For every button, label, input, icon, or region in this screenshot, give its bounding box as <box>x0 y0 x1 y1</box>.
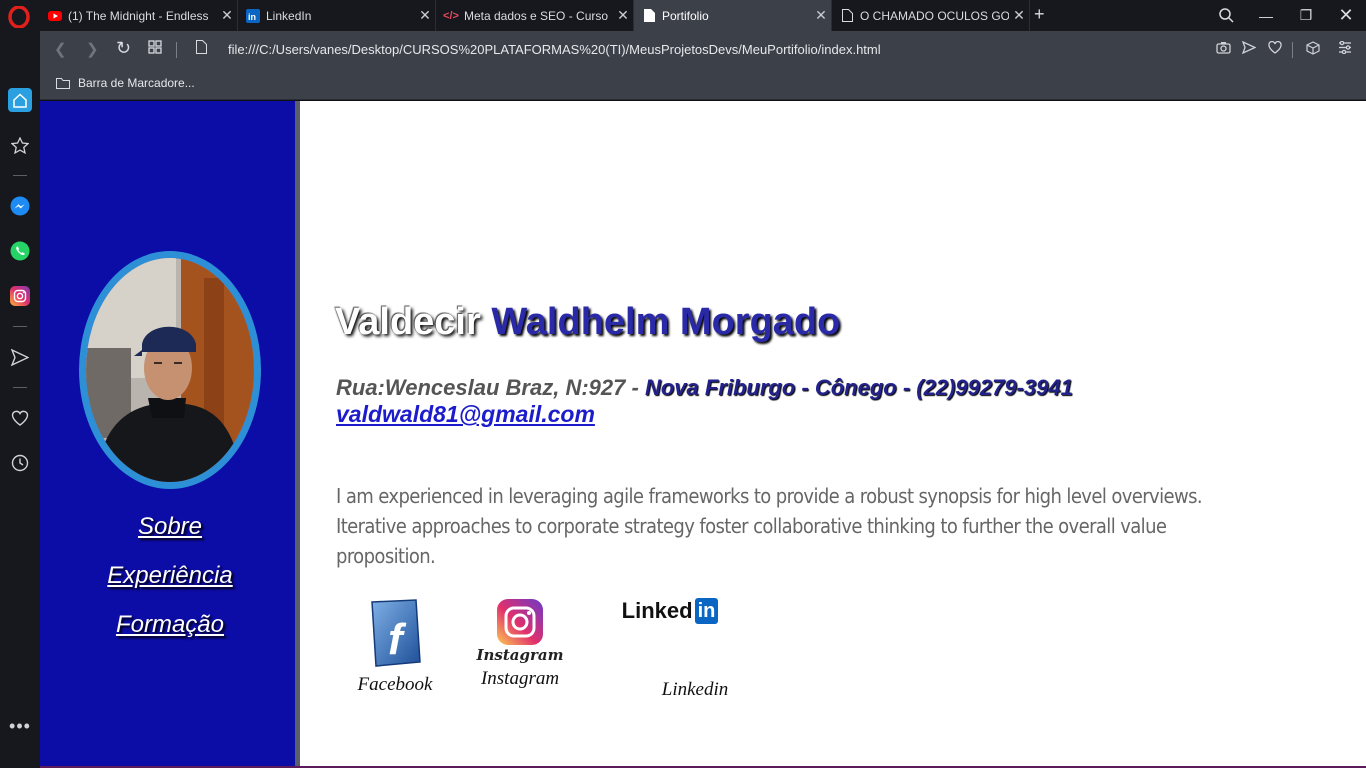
close-icon[interactable]: ✕ <box>217 7 237 24</box>
page-viewport: Sobre Experiência Formação Valdecir Wald… <box>40 101 1366 768</box>
sidebar-divider <box>13 326 27 327</box>
file-icon <box>196 40 207 58</box>
bookmarks-folder[interactable]: Barra de Marcadore... <box>56 76 195 90</box>
file-icon <box>642 9 656 23</box>
city-phone: Nova Friburgo - Cônego - (22)99279-3941 <box>644 375 1073 400</box>
close-icon[interactable]: ✕ <box>613 7 633 24</box>
profile-sidebar: Sobre Experiência Formação <box>40 101 300 768</box>
bookmarks-folder-label: Barra de Marcadore... <box>78 76 195 90</box>
history-clock-icon[interactable] <box>8 451 32 475</box>
close-icon[interactable]: ✕ <box>1009 7 1029 24</box>
facebook-link[interactable]: f Facebook <box>350 596 440 696</box>
address-separator <box>176 42 177 58</box>
close-icon[interactable]: ✕ <box>811 7 831 24</box>
street-address: Rua:Wenceslau Braz, N:927 - <box>336 375 639 400</box>
bookmarks-bar: Barra de Marcadore... <box>40 69 1366 100</box>
linkedin-icon: in <box>246 8 260 23</box>
linkedin-wordmark: Linked <box>621 598 693 623</box>
easy-setup-icon[interactable] <box>1338 40 1352 57</box>
home-icon[interactable] <box>8 88 32 112</box>
first-name: Valdecir <box>335 301 481 343</box>
tab-bar: (1) The Midnight - Endless ✕ in LinkedIn… <box>0 0 1366 31</box>
opera-sidebar: ••• <box>0 31 40 768</box>
address-bar: ❮ ❯ ↻ file:///C:/Users/vanes/Desktop/CUR… <box>40 31 1366 69</box>
opera-logo-icon[interactable] <box>8 6 30 28</box>
instagram-wordmark: Instagram <box>476 646 564 664</box>
linkedin-link[interactable]: Linked in Linkedin <box>610 596 770 701</box>
tab-portifolio[interactable]: Portifolio ✕ <box>634 0 832 31</box>
heart-icon[interactable] <box>8 406 32 430</box>
tab-youtube[interactable]: (1) The Midnight - Endless ✕ <box>40 0 238 31</box>
speed-dial-star-icon[interactable] <box>8 133 32 157</box>
close-window-button[interactable]: ✕ <box>1326 0 1366 31</box>
code-icon: </> <box>443 9 459 22</box>
send-icon[interactable] <box>1241 40 1257 57</box>
whatsapp-icon[interactable] <box>8 239 32 263</box>
linkedin-label: Linkedin <box>661 679 729 700</box>
tab-linkedin[interactable]: in LinkedIn ✕ <box>238 0 436 31</box>
heart-icon[interactable] <box>1268 40 1282 57</box>
new-tab-button[interactable]: + <box>1034 4 1045 25</box>
camera-icon[interactable] <box>1216 41 1231 57</box>
instagram-icon[interactable] <box>8 284 32 308</box>
sidebar-divider <box>13 175 27 176</box>
tabs-grid-icon[interactable] <box>148 40 162 58</box>
cube-icon[interactable] <box>1306 41 1320 58</box>
file-icon <box>840 9 854 23</box>
facebook-icon: f <box>371 599 421 667</box>
tab-seo-course[interactable]: </> Meta dados e SEO - Curso ✕ <box>436 0 634 31</box>
more-icon[interactable]: ••• <box>8 714 32 738</box>
nav-link-experiencia[interactable]: Experiência <box>40 562 300 590</box>
search-tabs-icon[interactable] <box>1206 0 1246 31</box>
close-icon[interactable]: ✕ <box>415 7 435 24</box>
toolbar-separator <box>1292 42 1293 58</box>
nav-link-sobre[interactable]: Sobre <box>40 513 300 541</box>
tab-title: LinkedIn <box>266 8 312 23</box>
facebook-label: Facebook <box>357 674 433 695</box>
youtube-icon <box>48 9 62 23</box>
last-name: Waldhelm Morgado <box>491 301 841 343</box>
sidebar-divider <box>13 387 27 388</box>
linkedin-in-badge: in <box>694 598 719 624</box>
tab-title: Portifolio <box>662 8 709 23</box>
tab-title: O CHAMADO OCULOS GO <box>860 8 1009 23</box>
restore-button[interactable]: ❐ <box>1286 0 1326 31</box>
forward-icon[interactable]: ❯ <box>86 40 99 58</box>
instagram-label: Instagram <box>480 668 560 689</box>
minimize-button[interactable]: — <box>1246 0 1286 31</box>
profile-photo <box>79 251 261 489</box>
back-icon[interactable]: ❮ <box>54 40 67 58</box>
svg-text:in: in <box>248 12 256 22</box>
my-flow-send-icon[interactable] <box>8 345 32 369</box>
email-link[interactable]: valdwald81@gmail.com <box>336 401 595 428</box>
folder-icon <box>56 77 70 89</box>
instagram-link[interactable]: Instagram Instagram <box>472 596 568 690</box>
address-line: Rua:Wenceslau Braz, N:927 - Nova Friburg… <box>336 375 1073 401</box>
url-input[interactable]: file:///C:/Users/vanes/Desktop/CURSOS%20… <box>228 42 881 57</box>
nav-link-formacao[interactable]: Formação <box>40 611 300 639</box>
tab-title: Meta dados e SEO - Curso <box>464 8 609 23</box>
reload-icon[interactable]: ↻ <box>116 38 131 59</box>
instagram-icon <box>497 599 543 645</box>
tab-oculos[interactable]: O CHAMADO OCULOS GO ✕ <box>832 0 1030 31</box>
messenger-icon[interactable] <box>8 194 32 218</box>
tab-title: (1) The Midnight - Endless <box>68 8 209 23</box>
profile-name: Valdecir Waldhelm Morgado <box>335 301 840 344</box>
bio-paragraph: I am experienced in leveraging agile fra… <box>336 484 1203 568</box>
linkedin-logo: Linked in <box>570 596 770 626</box>
